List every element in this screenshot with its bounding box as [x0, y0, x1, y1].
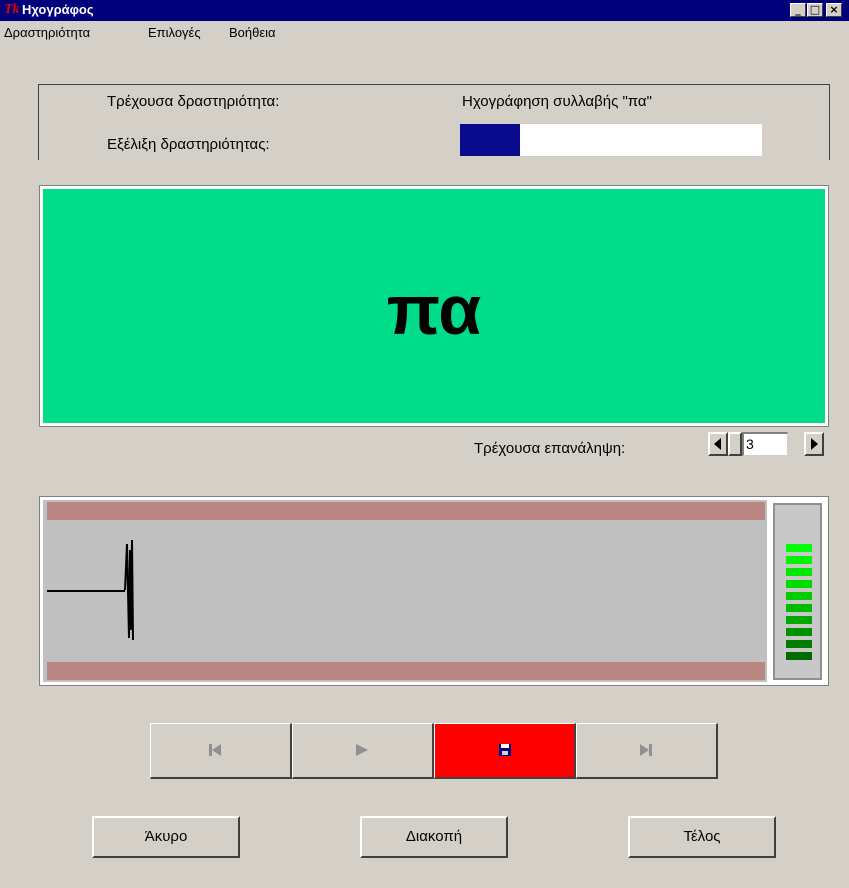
waveform-band-bottom [47, 662, 765, 680]
vu-meter-bar [786, 628, 812, 636]
vu-meter-bar [786, 616, 812, 624]
menu-help[interactable]: Βοήθεια [229, 25, 276, 40]
menu-activity[interactable]: Δραστηριότητα [4, 25, 90, 40]
skip-end-button[interactable] [576, 723, 718, 779]
repetition-decrement-button[interactable] [708, 432, 728, 456]
vu-meter-bar [786, 544, 812, 552]
activity-progress-bar [460, 124, 762, 156]
finish-button[interactable]: Τέλος [628, 816, 776, 858]
maximize-button[interactable]: □ [807, 3, 823, 17]
left-arrow-icon [714, 438, 721, 450]
cancel-button[interactable]: Άκυρο [92, 816, 240, 858]
vu-meter-bar [786, 580, 812, 588]
play-button[interactable] [292, 723, 434, 779]
vu-meter-bar [786, 652, 812, 660]
progress-fill [460, 124, 521, 156]
pause-button[interactable]: Διακοπή [360, 816, 508, 858]
skip-end-icon [640, 744, 652, 756]
menu-options[interactable]: Επιλογές [148, 25, 201, 40]
progress-label: Εξέλιξη δραστηριότητας: [107, 136, 270, 153]
repetition-field[interactable]: 3 [742, 432, 788, 456]
syllable-text: πα [386, 271, 482, 349]
menu-bar: Δραστηριότητα Επιλογές Βοήθεια [0, 21, 849, 43]
title-bar: Tk Ηχογράφος _ □ × [0, 0, 849, 21]
save-icon [499, 744, 511, 756]
waveform-band-top [47, 502, 765, 520]
play-icon [356, 744, 368, 756]
current-activity-label: Τρέχουσα δραστηριότητα: [107, 93, 280, 110]
vu-meter-bar [786, 568, 812, 576]
repetition-label: Τρέχουσα επανάληψη: [474, 440, 626, 457]
close-button[interactable]: × [826, 3, 842, 17]
record-save-button[interactable] [434, 723, 576, 779]
app-logo-icon: Tk [4, 2, 20, 17]
rewind-button[interactable] [150, 723, 292, 779]
rewind-icon [209, 744, 221, 756]
vu-meter-bar [786, 592, 812, 600]
vu-meter-bar [786, 640, 812, 648]
waveform-trace [47, 539, 134, 641]
repetition-increment-button[interactable] [804, 432, 824, 456]
vu-meter-bar [786, 604, 812, 612]
vu-meter-bar [786, 556, 812, 564]
current-activity-value: Ηχογράφηση συλλαβής "πα" [462, 93, 652, 110]
spin-divider [728, 432, 742, 456]
minimize-button[interactable]: _ [790, 3, 806, 17]
right-arrow-icon [811, 438, 818, 450]
window-title: Ηχογράφος [22, 2, 94, 17]
